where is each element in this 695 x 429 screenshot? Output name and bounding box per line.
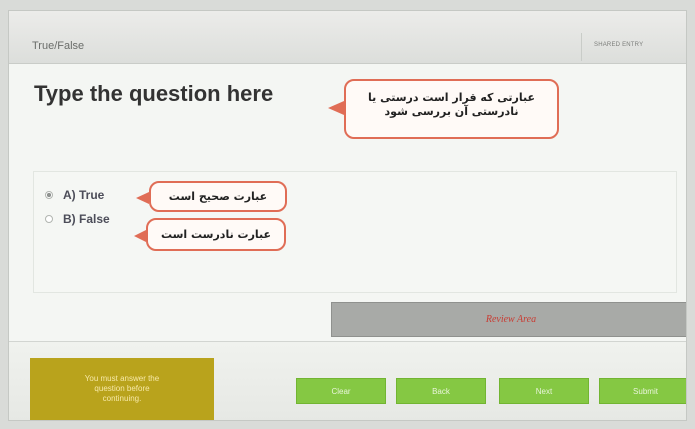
answers-panel bbox=[33, 171, 677, 293]
radio-selected-icon[interactable] bbox=[45, 191, 53, 199]
answer-option-true-label: A) True bbox=[63, 188, 105, 202]
back-button[interactable]: Back bbox=[396, 378, 486, 404]
false-callout-text: عبارت نادرست است bbox=[160, 228, 272, 241]
question-callout: عبارتی که قرار است درستی یا نادرستی آن ب… bbox=[344, 79, 559, 139]
quiz-panel: True/False SHARED ENTRY Type the questio… bbox=[8, 10, 687, 421]
next-button[interactable]: Next bbox=[499, 378, 589, 404]
answer-option-false-label: B) False bbox=[63, 212, 110, 226]
radio-unselected-icon[interactable] bbox=[45, 215, 53, 223]
question-callout-pointer bbox=[328, 101, 344, 115]
slide-info: SHARED ENTRY bbox=[594, 42, 644, 48]
question-text: Type the question here bbox=[34, 81, 274, 106]
required-answer-message: You must answer the question before cont… bbox=[30, 358, 214, 420]
true-callout: عبارت صحیح است bbox=[149, 181, 287, 212]
clear-button[interactable]: Clear bbox=[296, 378, 386, 404]
required-answer-message-text: You must answer the question before cont… bbox=[84, 374, 160, 403]
answer-option-false[interactable]: B) False bbox=[45, 212, 110, 226]
true-callout-pointer bbox=[136, 192, 149, 204]
question-callout-text: عبارتی که قرار است درستی یا نادرستی آن ب… bbox=[368, 91, 535, 118]
false-callout: عبارت نادرست است bbox=[146, 218, 286, 251]
submit-button[interactable]: Submit bbox=[599, 378, 686, 404]
answer-option-true[interactable]: A) True bbox=[45, 188, 104, 202]
header-bar: True/False SHARED ENTRY bbox=[9, 11, 686, 64]
review-area-bar: Review Area bbox=[331, 302, 686, 337]
page-title: True/False bbox=[32, 40, 85, 52]
quiz-screen: True/False SHARED ENTRY Type the questio… bbox=[0, 0, 695, 429]
false-callout-pointer bbox=[134, 230, 146, 242]
true-callout-text: عبارت صحیح است bbox=[168, 190, 268, 203]
header-divider bbox=[581, 33, 582, 61]
